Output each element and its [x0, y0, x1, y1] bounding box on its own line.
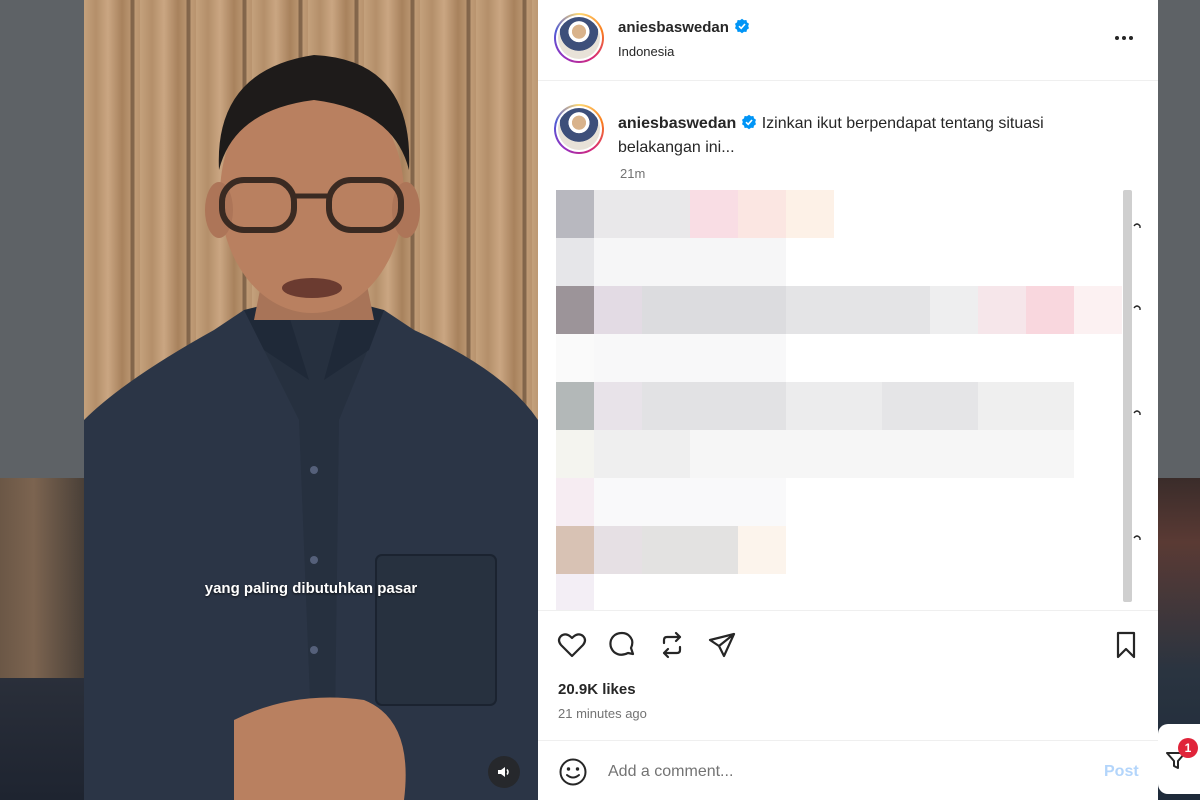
verified-badge-icon — [734, 18, 749, 34]
post-caption: aniesbaswedan Izinkan ikut berpendapat t… — [618, 112, 1118, 160]
verified-badge-icon — [742, 114, 757, 130]
comments-section: aniesbaswedan Izinkan ikut berpendapat t… — [538, 82, 1158, 610]
more-options-button[interactable] — [1110, 26, 1138, 50]
comments-scrollbar[interactable] — [1123, 190, 1132, 602]
filter-button[interactable] — [1158, 724, 1200, 794]
speaker-icon — [498, 767, 509, 777]
post-timestamp: 21 minutes ago — [558, 706, 647, 721]
paper-plane-icon[interactable] — [706, 629, 738, 661]
comment-like-icon[interactable] — [1132, 409, 1142, 421]
smiley-icon[interactable] — [558, 757, 588, 787]
post-location[interactable]: Indonesia — [618, 44, 674, 59]
post-actions: 20.9K likes 21 minutes ago — [538, 610, 1158, 738]
add-comment-bar: Post — [538, 740, 1158, 800]
caption-username[interactable]: aniesbaswedan — [618, 115, 736, 132]
caption-author-avatar[interactable] — [554, 104, 604, 154]
comment-like-icon[interactable] — [1132, 534, 1142, 546]
blurred-comments — [556, 190, 1122, 610]
post-comment-button[interactable]: Post — [1104, 763, 1139, 781]
bookmark-icon[interactable] — [1110, 629, 1142, 661]
comment-input[interactable] — [608, 757, 1078, 787]
more-dots-icon — [1115, 36, 1119, 40]
caption-timestamp: 21m — [620, 166, 646, 181]
comment-like-icon[interactable] — [1132, 222, 1142, 234]
repost-icon[interactable] — [656, 629, 688, 661]
comment-like-icon[interactable] — [1132, 304, 1142, 316]
audio-toggle-button[interactable] — [488, 756, 520, 788]
like-count[interactable]: 20.9K likes — [558, 681, 636, 698]
heart-icon[interactable] — [556, 629, 588, 661]
post-header: aniesbaswedan Indonesia — [538, 0, 1158, 81]
video-subtitle: yang paling dibutuhkan pasar — [204, 580, 418, 597]
comment-bubble-icon[interactable] — [606, 629, 638, 661]
author-avatar[interactable] — [554, 13, 604, 63]
post-info-panel: aniesbaswedan Indonesia aniesbaswedan Iz… — [538, 0, 1158, 800]
backdrop-left-content — [0, 478, 84, 800]
author-username[interactable]: aniesbaswedan — [618, 18, 750, 36]
speaker-figure — [84, 55, 538, 800]
post-video[interactable]: yang paling dibutuhkan pasar — [84, 0, 538, 800]
notification-badge: 1 — [1178, 738, 1198, 758]
